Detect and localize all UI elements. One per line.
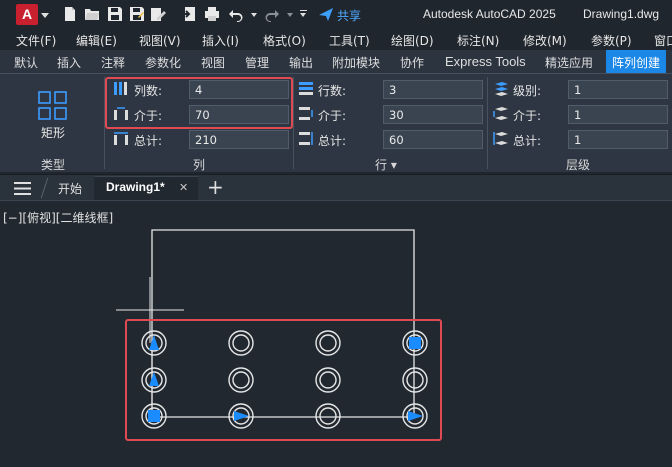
- add-tab-icon[interactable]: +: [207, 175, 224, 199]
- title-bar: A 共享 Autodesk AutoCAD 2025 Drawing1.dwg: [0, 0, 672, 29]
- redo-dropdown-icon[interactable]: [287, 13, 293, 17]
- levels-count-icon: [495, 82, 508, 96]
- drawing-tab[interactable]: Drawing1*: [106, 180, 165, 194]
- menu-view[interactable]: 视图(V): [139, 32, 181, 49]
- column-count-grip: [408, 411, 423, 421]
- drawing-canvas[interactable]: [−][俯视][二维线框]: [0, 200, 672, 466]
- menu-parametric[interactable]: 参数(P): [591, 32, 632, 49]
- level-total-icon: [493, 132, 508, 145]
- customize-toolbar-icon[interactable]: [300, 10, 307, 11]
- tab-array-creation[interactable]: 阵列创建: [606, 50, 667, 73]
- menu-file[interactable]: 文件(F): [16, 32, 56, 49]
- tab-insert[interactable]: 插入: [57, 54, 81, 71]
- row-total-label: 总计:: [318, 134, 347, 148]
- columns-highlight-box: [105, 77, 293, 129]
- menu-dimension[interactable]: 标注(N): [457, 32, 499, 49]
- level-spacing-input[interactable]: 1: [568, 105, 668, 124]
- rows-panel-title[interactable]: 行 ▾: [375, 156, 397, 173]
- level-spacing-label: 介于:: [513, 109, 542, 123]
- ribbon-tab-bar: 默认 插入 注释 参数化 视图 管理 输出 附加模块 协作 Express To…: [0, 50, 672, 73]
- menu-hamburger-icon[interactable]: [14, 182, 31, 195]
- column-spacing-grip: [234, 411, 249, 421]
- array-boundary-line: [151, 229, 415, 417]
- logo-dropdown-icon[interactable]: [41, 13, 49, 18]
- logo-letter: A: [21, 6, 33, 22]
- row-spacing-input[interactable]: 30: [383, 105, 483, 124]
- share-label[interactable]: 共享: [337, 7, 361, 24]
- tab-view[interactable]: 视图: [201, 54, 225, 71]
- tab-divider: [40, 178, 49, 198]
- panel-divider: [487, 77, 488, 169]
- product-title: Autodesk AutoCAD 2025: [423, 7, 556, 21]
- new-file-icon[interactable]: [62, 6, 78, 22]
- column-total-input[interactable]: 210: [189, 130, 289, 149]
- level-spacing-icon: [493, 107, 508, 120]
- level-total-input[interactable]: 1: [568, 130, 668, 149]
- panel-divider: [293, 77, 294, 169]
- print-icon[interactable]: [204, 6, 220, 22]
- menu-bar: 文件(F) 编辑(E) 视图(V) 插入(I) 格式(O) 工具(T) 绘图(D…: [0, 29, 672, 50]
- total-grip: [409, 337, 421, 349]
- level-total-label: 总计:: [513, 134, 542, 148]
- menu-edit[interactable]: 编辑(E): [76, 32, 117, 49]
- levels-count-input[interactable]: 1: [568, 80, 668, 99]
- file-name: Drawing1.dwg: [583, 7, 660, 21]
- rectangular-button-label[interactable]: 矩形: [41, 124, 65, 141]
- tab-default[interactable]: 默认: [14, 54, 38, 71]
- customize-toolbar-dropdown-icon[interactable]: [300, 13, 306, 17]
- edit-icon[interactable]: [150, 6, 166, 22]
- autocad-logo[interactable]: A: [16, 4, 38, 25]
- undo-dropdown-icon[interactable]: [251, 13, 257, 17]
- rows-count-input[interactable]: 3: [383, 80, 483, 99]
- close-tab-icon[interactable]: ✕: [179, 181, 188, 194]
- menu-modify[interactable]: 修改(M): [523, 32, 567, 49]
- column-total-icon: [114, 132, 128, 145]
- column-total-label: 总计:: [134, 134, 163, 148]
- row-spacing-label: 介于:: [318, 109, 347, 123]
- share-icon[interactable]: [318, 6, 334, 22]
- row-total-icon: [299, 132, 313, 145]
- menu-draw[interactable]: 绘图(D): [391, 32, 434, 49]
- redo-icon[interactable]: [264, 6, 280, 22]
- tab-output[interactable]: 输出: [289, 54, 313, 71]
- array-circle: [141, 330, 428, 429]
- row-total-input[interactable]: 60: [383, 130, 483, 149]
- drawing-svg: [116, 229, 442, 441]
- rows-count-label: 行数:: [318, 84, 347, 98]
- array-highlight-box: [125, 319, 442, 441]
- tab-featured-apps[interactable]: 精选应用: [545, 54, 593, 71]
- tab-parametric[interactable]: 参数化: [145, 54, 181, 71]
- type-panel-title: 类型: [41, 158, 66, 172]
- tab-addins[interactable]: 附加模块: [332, 54, 380, 71]
- columns-panel-title: 列: [193, 158, 206, 172]
- start-tab[interactable]: 开始: [58, 180, 82, 197]
- tab-manage[interactable]: 管理: [245, 54, 269, 71]
- open-folder-icon[interactable]: [84, 6, 100, 22]
- row-spacing-icon: [299, 107, 313, 120]
- undo-icon[interactable]: [228, 6, 244, 22]
- rows-count-icon: [299, 82, 313, 95]
- tab-collaborate[interactable]: 协作: [400, 54, 424, 71]
- rectangular-array-icon[interactable]: [38, 91, 68, 121]
- import-icon[interactable]: [181, 6, 197, 22]
- menu-format[interactable]: 格式(O): [263, 32, 306, 49]
- menu-tools[interactable]: 工具(T): [329, 32, 370, 49]
- save-icon[interactable]: [107, 6, 123, 22]
- menu-insert[interactable]: 插入(I): [202, 32, 239, 49]
- tab-express-tools[interactable]: Express Tools: [445, 54, 526, 69]
- row-spacing-grip: [149, 372, 159, 386]
- save-as-icon[interactable]: [129, 6, 145, 22]
- levels-panel-title: 层级: [566, 158, 591, 172]
- document-tab-bar: 开始 Drawing1* ✕ +: [0, 174, 672, 201]
- menu-window[interactable]: 窗口: [654, 32, 672, 49]
- tab-annotate[interactable]: 注释: [101, 54, 125, 71]
- levels-count-label: 级别:: [513, 84, 542, 98]
- base-point-grip: [148, 410, 160, 422]
